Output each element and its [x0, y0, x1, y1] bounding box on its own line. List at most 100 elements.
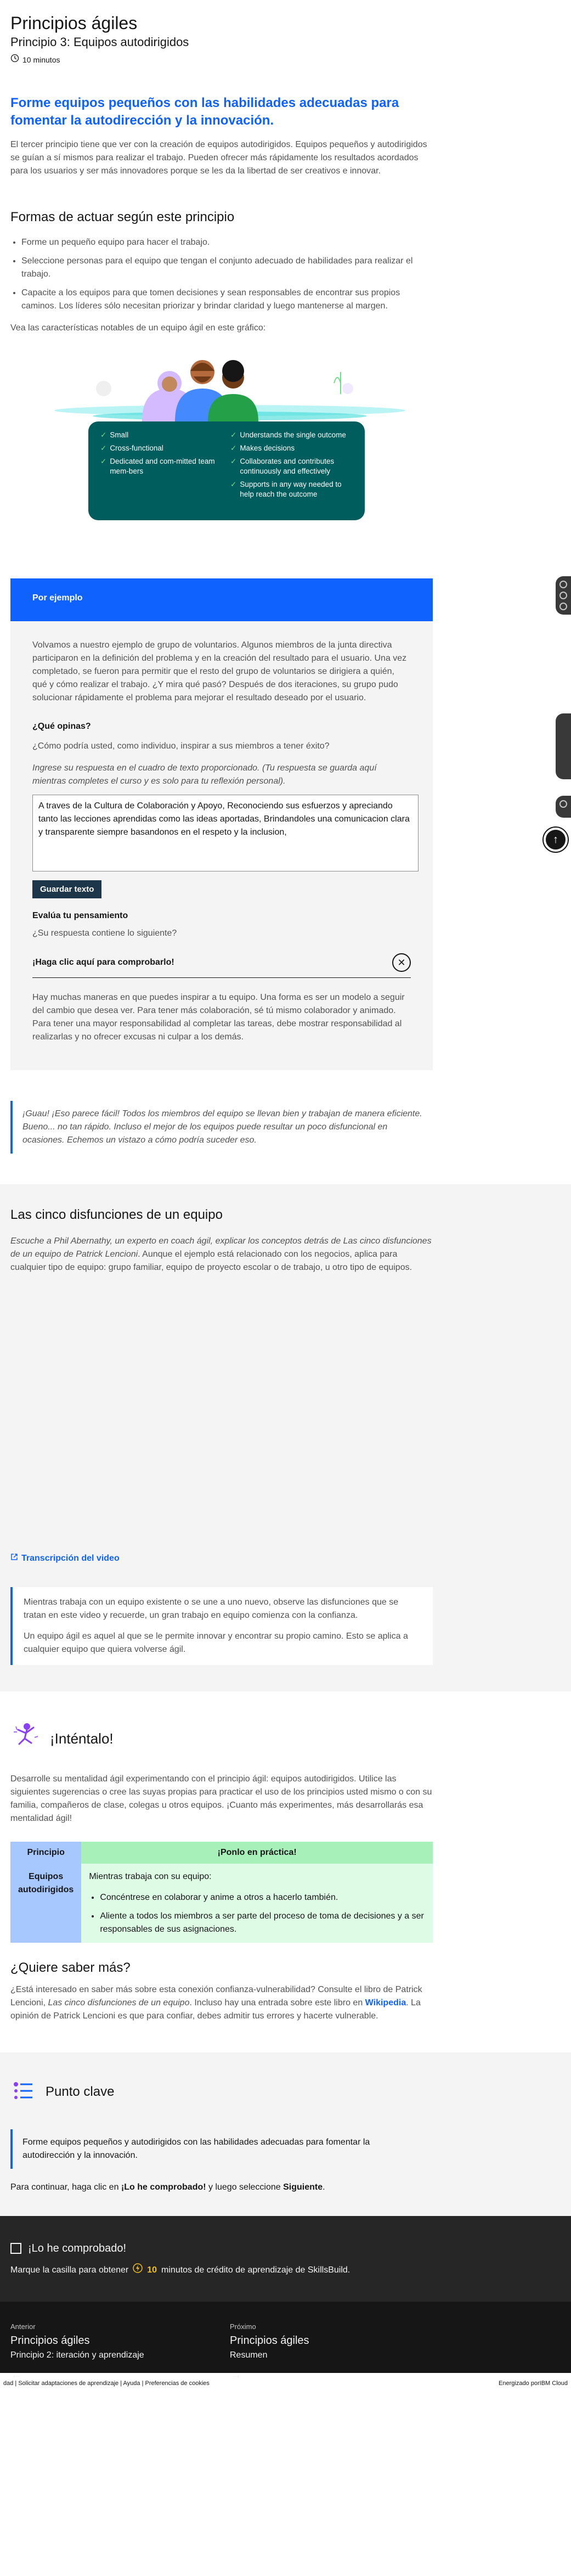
row-intro: Mientras trabaja con su equipo: [89, 1872, 212, 1881]
completion-checkbox[interactable]: ¡Lo he comprobado! [10, 2240, 561, 2257]
continue-text: Para continuar, haga clic en [10, 2183, 121, 2192]
side-tool-icon[interactable] [559, 800, 567, 808]
trait-item: ✓ Understands the single outcome [230, 430, 353, 440]
continue-instructions: Para continuar, haga clic en ¡Lo he comp… [10, 2181, 561, 2194]
transcript-link[interactable]: Transcripción del video [10, 1552, 561, 1565]
table-row: Equipos autodirigidos Mientras trabaja c… [10, 1864, 433, 1943]
note-paragraph: Un equipo ágil es aquel al que se le per… [24, 1632, 408, 1654]
keypoint-title: Punto clave [46, 2084, 115, 2099]
duration-text: 10 minutos [22, 55, 60, 64]
list-item: Forme un pequeño equipo para hacer el tr… [21, 236, 433, 249]
check-icon: ✓ [100, 457, 107, 465]
more-text: . Incluso hay una entrada sobre este lib… [189, 1998, 365, 2007]
more-title: ¿Quiere saber más? [10, 1960, 131, 1975]
trait-label: Makes decisions [240, 444, 295, 452]
pager-lesson: Principio 2: iteración y aprendizaje [10, 2350, 144, 2360]
trait-item: ✓ Dedicated and com-mitted team mem-bers [100, 457, 223, 476]
trait-label: Small [110, 431, 129, 439]
pager-lesson: Resumen [230, 2350, 268, 2360]
arrow-right-icon[interactable]: → [230, 2365, 449, 2383]
intro-paragraph: El tercer principio tiene que ver con la… [10, 140, 427, 176]
pager-course: Principios ágiles [10, 2334, 90, 2347]
side-tool-icon[interactable] [559, 603, 567, 610]
trait-label: Cross-functional [110, 444, 163, 452]
continue-emphasis: Siguiente [283, 2183, 323, 2192]
keypoint-text: Forme equipos pequeños y autodirigidos c… [22, 2138, 370, 2160]
lesson-pager: Anterior Principios ágiles Principio 2: … [0, 2302, 571, 2381]
evaluate-question: ¿Su respuesta contiene lo siguiente? [32, 929, 177, 938]
check-accordion[interactable]: ¡Haga clic aquí para comprobarlo! ✕ [32, 948, 411, 978]
traits-left-column: ✓ Small ✓ Cross-functional ✓ Dedicated and … [100, 430, 223, 511]
external-link-icon [10, 1552, 18, 1565]
check-icon: ✓ [100, 431, 107, 439]
prev-lesson[interactable]: Anterior Principios ágiles Principio 2: … [10, 2321, 230, 2381]
side-tool-extra[interactable] [556, 796, 571, 818]
agile-traits-card: ✓ Small ✓ Cross-functional ✓ Dedicated and … [88, 421, 365, 520]
credit-line: Marque la casilla para obtener 10 minuto… [10, 2263, 561, 2277]
continue-emphasis: ¡Lo he comprobado! [121, 2183, 206, 2192]
dysfunctions-title: Las cinco disfunciones de un equipo [10, 1207, 223, 1222]
feedback-tab[interactable] [556, 713, 571, 779]
callout-text: ¡Guau! ¡Eso parece fácil! Todos los miem… [22, 1109, 422, 1145]
keypoint-callout: Forme equipos pequeños y autodirigidos c… [10, 2129, 433, 2169]
trait-item: ✓ Small [100, 430, 223, 440]
check-icon: ✓ [230, 444, 237, 452]
side-tool-icon[interactable] [559, 592, 567, 599]
tryit-title: ¡Inténtalo! [50, 1730, 114, 1747]
course-title: Principios ágiles [10, 13, 138, 33]
next-lesson[interactable]: Próximo Principios ágiles Resumen → [230, 2321, 449, 2381]
trait-item: ✓ Collaborates and contributes continuous… [230, 457, 353, 476]
list-item: Capacite a los equipos para que tomen de… [21, 286, 433, 313]
close-icon[interactable]: ✕ [392, 953, 411, 972]
question-text: ¿Cómo podría usted, como individuo, insp… [32, 741, 330, 751]
side-toolbar [556, 576, 571, 615]
check-icon: ✓ [230, 431, 237, 439]
list-item: Concéntrese en colaborar y anime a otros… [100, 1891, 425, 1904]
trait-label: Dedicated and com-mitted team mem-bers [110, 457, 215, 475]
credit-text: minutos de crédito de aprendizaje de Ski… [161, 2265, 350, 2275]
trait-item: ✓ Cross-functional [100, 443, 223, 453]
table-cell: Equipos autodirigidos [10, 1864, 82, 1943]
list-item: Aliente a todos los miembros a ser parte… [100, 1910, 425, 1936]
table-header: Principio [10, 1842, 82, 1864]
completion-section: ¡Lo he comprobado! Marque la casilla par… [0, 2216, 571, 2302]
trait-label: Understands the single outcome [240, 431, 346, 439]
ways-title: Formas de actuar según este principio [10, 210, 235, 224]
hero-text: Forme equipos pequeños con las habilidad… [10, 95, 399, 128]
pager-label: Anterior [10, 2322, 36, 2331]
table-cell: Mientras trabaja con su equipo: Concéntr… [81, 1864, 433, 1943]
save-text-button[interactable]: Guardar texto [32, 880, 102, 898]
trait-label: Collaborates and contributes continuousl… [240, 457, 335, 475]
side-tool-icon[interactable] [559, 581, 567, 588]
tryit-paragraph: Desarrolle su mentalidad ágil experiment… [10, 1774, 432, 1823]
table-header: ¡Ponlo en práctica! [81, 1842, 433, 1864]
evaluate-title: Evalúa tu pensamiento [32, 911, 128, 920]
checkbox[interactable] [10, 2243, 21, 2254]
trait-item: ✓ Makes decisions [230, 443, 353, 453]
video-player[interactable] [10, 1292, 433, 1539]
footer-links[interactable]: dad | Solicitar adaptaciones de aprendiz… [3, 2379, 210, 2388]
question-label: ¿Qué opinas? [32, 722, 91, 731]
lesson-header: Principios ágiles Principio 3: Equipos a… [0, 0, 571, 66]
practice-table: Principio ¡Ponlo en práctica! Equipos au… [10, 1842, 433, 1943]
chart-intro: Vea las características notables de un e… [10, 323, 266, 333]
pager-label: Próximo [230, 2322, 256, 2331]
agile-team-illustration: ✓ Small ✓ Cross-functional ✓ Dedicated and … [49, 350, 411, 548]
wikipedia-link[interactable]: Wikipedia [365, 1998, 406, 2007]
ways-list: Forme un pequeño equipo para hacer el tr… [10, 236, 433, 313]
trait-item: ✓ Supports in any way needed to help reac… [230, 480, 353, 499]
back-to-top-button[interactable]: ↑ [542, 826, 569, 853]
duration: 10 minutos [10, 54, 561, 66]
dysfunctions-section: Las cinco disfunciones de un equipo Escu… [0, 1184, 571, 1691]
clock-icon [10, 54, 19, 66]
more-paragraph: ¿Está interesado en saber más sobre esta… [10, 1983, 433, 2023]
key-list-icon [10, 2077, 37, 2107]
accordion-content: Hay muchas maneras en que puedes inspira… [32, 993, 405, 1042]
credit-minutes: 10 [147, 2265, 157, 2275]
lesson-title: Principio 3: Equipos autodirigidos [10, 35, 189, 49]
transcript-label: Transcripción del video [21, 1554, 120, 1563]
answer-textarea[interactable]: A traves de la Cultura de Colaboración y… [32, 795, 419, 871]
callout: ¡Guau! ¡Eso parece fácil! Todos los miem… [10, 1101, 433, 1154]
credit-text: Marque la casilla para obtener [10, 2265, 129, 2275]
check-icon: ✓ [230, 457, 237, 465]
